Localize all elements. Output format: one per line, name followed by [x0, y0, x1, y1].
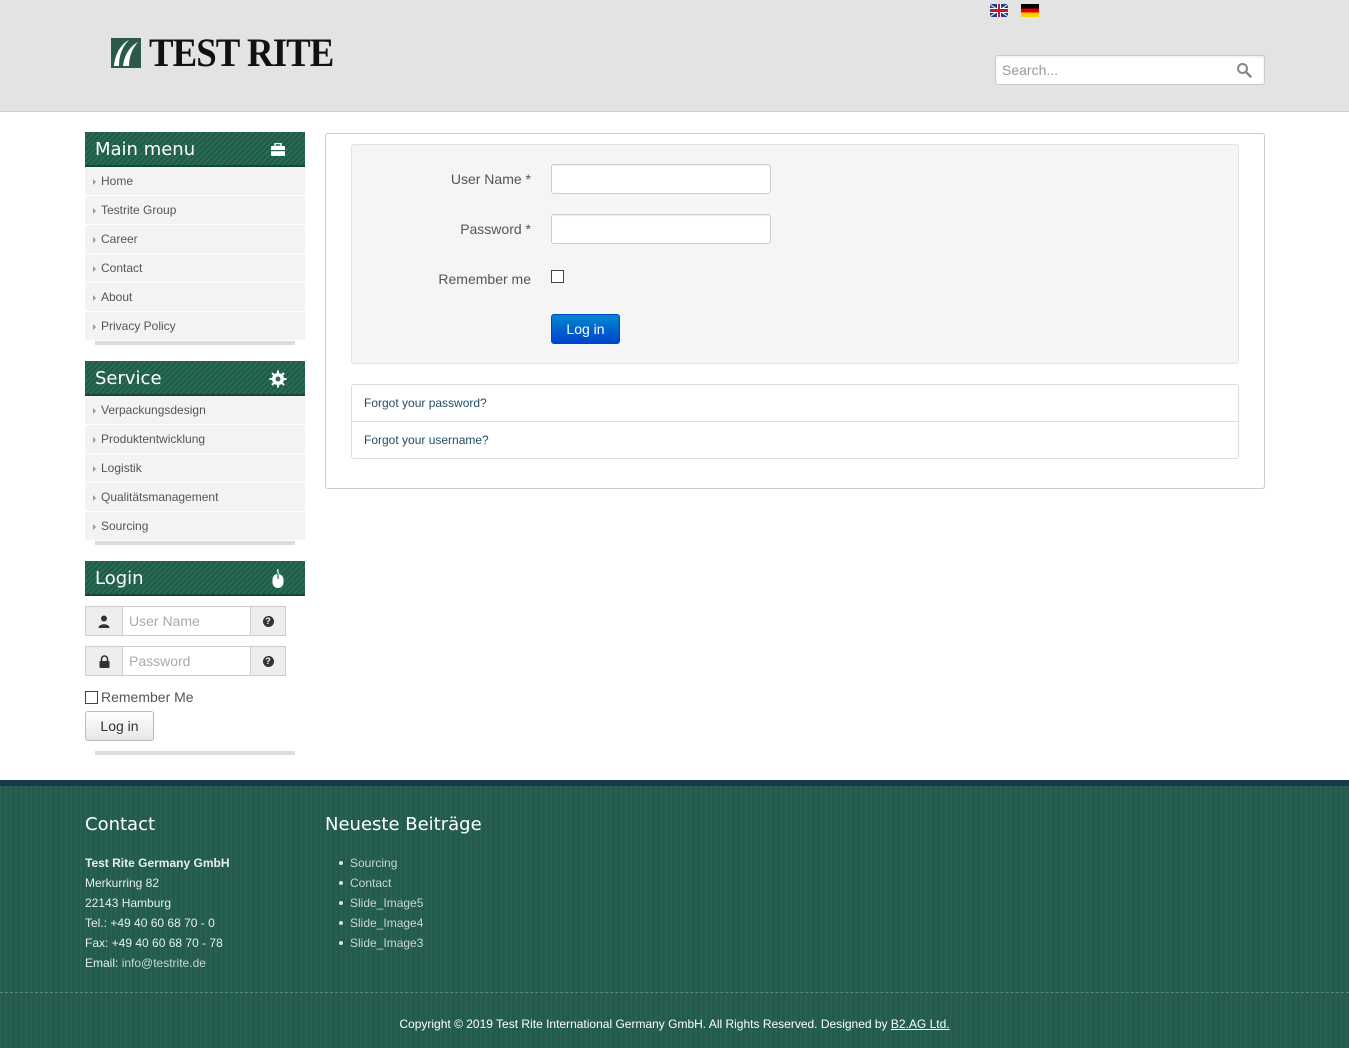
- menu-item-testrite-group[interactable]: Testrite Group: [85, 196, 305, 225]
- footer-post-link[interactable]: Sourcing: [338, 856, 397, 870]
- footer-email-link[interactable]: info@testrite.de: [122, 956, 206, 970]
- menu-item-contact[interactable]: Contact: [85, 254, 305, 283]
- menu-item-logistik[interactable]: Logistik: [85, 454, 305, 483]
- username-input[interactable]: [551, 164, 771, 194]
- footer-contact-title: Contact: [85, 814, 156, 835]
- password-input[interactable]: [551, 214, 771, 244]
- logo-text: TEST RITE: [149, 30, 334, 75]
- divider: [95, 341, 295, 345]
- sidebar-remember-checkbox[interactable]: [85, 690, 98, 704]
- menu-item-produktentwicklung[interactable]: Produktentwicklung: [85, 425, 305, 454]
- footer-post-link[interactable]: Slide_Image3: [338, 936, 423, 950]
- uk-flag-icon[interactable]: [990, 4, 1008, 17]
- de-flag-icon[interactable]: [1021, 4, 1039, 17]
- logo-mark-icon: [109, 36, 143, 70]
- user-icon: [85, 606, 123, 636]
- menu-item-verpackungsdesign[interactable]: Verpackungsdesign: [85, 396, 305, 425]
- footer-email-row: Email: info@testrite.de: [85, 956, 206, 970]
- footer-post-link[interactable]: Slide_Image5: [338, 896, 423, 910]
- remember-label: Remember me: [438, 271, 531, 287]
- sidebar-remember-label: Remember Me: [101, 689, 194, 705]
- password-label: Password *: [460, 221, 531, 237]
- footer-email-label: Email:: [85, 956, 122, 970]
- sidebar-remember-row: Remember Me: [85, 689, 194, 705]
- site-header: TEST RITE: [0, 0, 1349, 112]
- search-box: [995, 55, 1265, 85]
- footer-tel: Tel.: +49 40 60 68 70 - 0: [85, 916, 215, 930]
- footer-street: Merkurring 82: [85, 876, 160, 890]
- copyright-text: Copyright © 2019 Test Rite International…: [399, 1017, 891, 1031]
- footer-post-link[interactable]: Contact: [338, 876, 391, 890]
- help-icon[interactable]: ?: [250, 606, 286, 636]
- service-title: Service: [95, 368, 162, 389]
- menu-item-about[interactable]: About: [85, 283, 305, 312]
- menu-item-qualitaetsmanagement[interactable]: Qualitätsmanagement: [85, 483, 305, 512]
- footer-fax: Fax: +49 40 60 68 70 - 78: [85, 936, 223, 950]
- menu-item-home[interactable]: Home: [85, 167, 305, 196]
- copyright: Copyright © 2019 Test Rite International…: [0, 1017, 1349, 1031]
- site-logo[interactable]: TEST RITE: [109, 30, 349, 75]
- forgot-username-link[interactable]: Forgot your username?: [352, 422, 1238, 459]
- footer-divider: [0, 992, 1349, 993]
- help-icon[interactable]: ?: [250, 646, 286, 676]
- sidebar-username-group: ?: [85, 606, 286, 636]
- menu-item-sourcing[interactable]: Sourcing: [85, 512, 305, 541]
- forgot-links-list: Forgot your password? Forgot your userna…: [351, 384, 1239, 459]
- service-header: Service: [85, 361, 305, 396]
- sidebar-login-button[interactable]: Log in: [85, 711, 154, 741]
- main-menu-title: Main menu: [95, 139, 196, 160]
- service-menu-list: Verpackungsdesign Produktentwicklung Log…: [85, 396, 305, 541]
- briefcase-icon: [255, 132, 301, 167]
- search-icon[interactable]: [1236, 62, 1252, 78]
- mouse-icon: [255, 561, 301, 596]
- username-label: User Name *: [450, 171, 531, 187]
- login-button[interactable]: Log in: [551, 314, 620, 344]
- main-menu-list: Home Testrite Group Career Contact About…: [85, 167, 305, 341]
- divider: [95, 541, 295, 545]
- gear-icon: [255, 361, 301, 396]
- footer-post-link[interactable]: Slide_Image4: [338, 916, 423, 930]
- remember-checkbox[interactable]: [551, 270, 564, 283]
- main-menu-header: Main menu: [85, 132, 305, 167]
- designer-link[interactable]: B2.AG Ltd.: [891, 1017, 950, 1031]
- sidebar-password-input[interactable]: [123, 646, 250, 676]
- lock-icon: [85, 646, 123, 676]
- menu-item-privacy-policy[interactable]: Privacy Policy: [85, 312, 305, 341]
- site-footer: Contact Test Rite Germany GmbH Merkurrin…: [0, 780, 1349, 1048]
- login-module-title: Login: [95, 568, 144, 589]
- footer-posts-title: Neueste Beiträge: [325, 814, 482, 835]
- sidebar-username-input[interactable]: [123, 606, 250, 636]
- footer-company: Test Rite Germany GmbH: [85, 856, 230, 870]
- footer-city: 22143 Hamburg: [85, 896, 172, 910]
- sidebar-password-group: ?: [85, 646, 286, 676]
- divider: [95, 751, 295, 755]
- forgot-password-link[interactable]: Forgot your password?: [352, 385, 1238, 422]
- login-module-header: Login: [85, 561, 305, 596]
- menu-item-career[interactable]: Career: [85, 225, 305, 254]
- search-input[interactable]: [996, 56, 1226, 84]
